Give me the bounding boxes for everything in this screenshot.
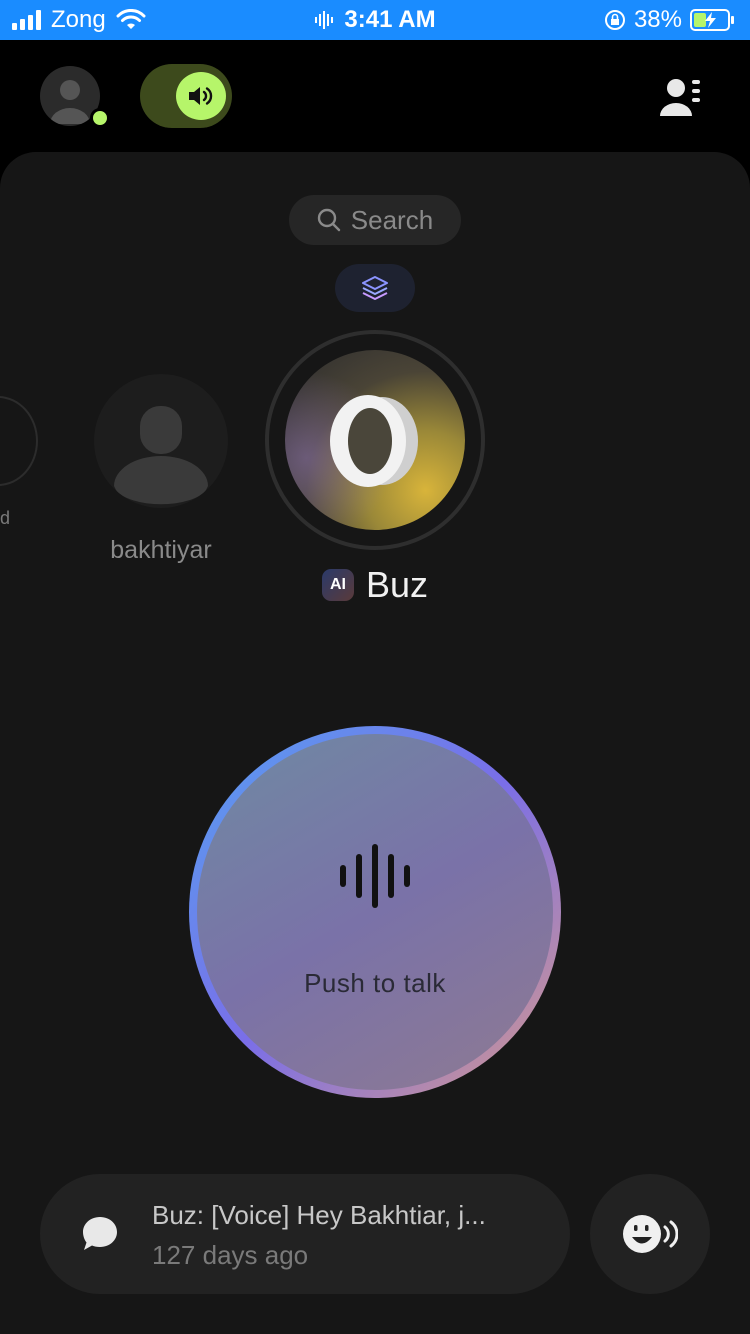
contact-name: bakhtiyar [110,536,212,564]
last-message-bar[interactable]: Buz: [Voice] Hey Bakhtiar, j... 127 days… [40,1174,570,1294]
speaker-toggle[interactable] [140,64,232,128]
push-to-talk-button[interactable]: Push to talk [189,726,561,1098]
voice-activity-icon [315,11,334,29]
battery-percent: 38% [633,6,682,33]
voice-emoji-button[interactable] [590,1174,710,1294]
layers-button[interactable] [335,264,415,312]
main-panel: Search d bakhtiyar AI Buz Push to talk B… [0,152,750,1334]
last-message-preview: Buz: [Voice] Hey Bakhtiar, j... [152,1200,486,1230]
voice-wave-icon [197,844,553,908]
battery-charging-icon [690,9,734,31]
clock: 3:41 AM [344,6,436,33]
search-icon [317,208,340,232]
contacts-list-icon [660,79,700,116]
contacts-list-button[interactable] [656,74,706,120]
buz-name: Buz [365,564,429,605]
speaker-knob [176,72,226,120]
user-silhouette-icon [114,406,208,505]
buz-logo-icon [330,395,418,487]
rotation-lock-icon [604,10,625,30]
speaker-volume-icon [189,87,213,105]
contact-name-partial: d [0,508,11,528]
contact-avatar-partial[interactable] [0,396,38,486]
online-status-dot [90,108,110,128]
status-right: 38% [604,0,736,40]
status-bar: Zong 3:41 AM 38% [0,0,750,40]
push-to-talk-surface: Push to talk [197,734,553,1090]
voice-emoji-icon [623,1215,678,1253]
last-message-time: 127 days ago [152,1240,309,1270]
chat-bubble-icon [83,1217,117,1250]
ai-badge: AI [321,569,354,601]
search-button[interactable]: Search [289,195,461,245]
push-to-talk-label: Push to talk [304,968,446,998]
contact-avatar-bakhtiyar[interactable] [94,374,228,508]
buz-title: AI Buz [0,564,750,606]
layers-icon [362,276,388,300]
search-label: Search [350,204,434,235]
